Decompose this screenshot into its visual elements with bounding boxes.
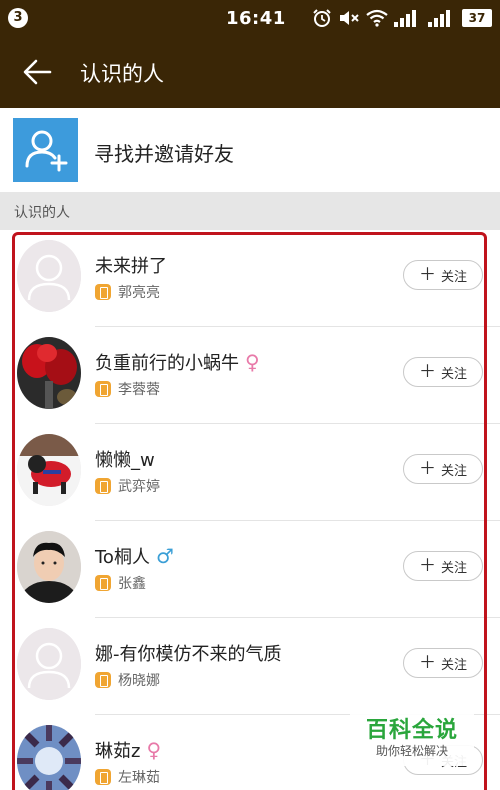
follow-button[interactable]: ＋ 关注 xyxy=(403,648,483,678)
avatar[interactable] xyxy=(17,434,81,506)
person-name: 懒懒_w xyxy=(95,450,155,471)
avatar[interactable] xyxy=(17,531,81,603)
app-bar: 认识的人 xyxy=(0,36,500,108)
contact-info: 郭亮亮 xyxy=(95,282,160,302)
alarm-icon xyxy=(313,9,331,27)
person-name: 琳茹z ♀ xyxy=(95,738,162,762)
signal-icon xyxy=(394,10,416,27)
avatar[interactable] xyxy=(17,628,81,700)
list-item[interactable]: 娜-有你模仿不来的气质 杨晓娜 ＋ 关注 xyxy=(0,618,500,715)
status-time: 16:41 xyxy=(226,8,286,29)
avatar[interactable] xyxy=(17,725,81,790)
plus-icon: ＋ xyxy=(418,555,436,576)
phone-contact-icon xyxy=(95,769,111,785)
arrow-left-icon xyxy=(23,59,52,85)
watermark-title: 百科全说 xyxy=(365,718,458,743)
male-icon: ♂ xyxy=(155,544,174,568)
status-icons: 37 xyxy=(312,6,492,30)
notification-badge: 3 xyxy=(8,8,28,28)
phone-contact-icon xyxy=(95,478,111,494)
section-header: 认识的人 xyxy=(0,192,500,230)
contact-info: 张鑫 xyxy=(95,573,146,593)
watermark: 百科全说 助你轻松解决 xyxy=(350,704,474,766)
person-name: 未来拼了 xyxy=(95,256,167,277)
list-item[interactable]: 负重前行的小蜗牛 ♀ 李蓉蓉 ＋ 关注 xyxy=(0,327,500,424)
female-icon: ♀ xyxy=(245,350,260,374)
wifi-icon xyxy=(366,9,388,27)
follow-button[interactable]: ＋ 关注 xyxy=(403,260,483,290)
follow-button[interactable]: ＋ 关注 xyxy=(403,454,483,484)
battery-icon: 37 xyxy=(462,9,492,27)
female-icon: ♀ xyxy=(146,738,162,762)
status-bar: 3 16:41 37 xyxy=(0,0,500,36)
person-name: 娜-有你模仿不来的气质 xyxy=(95,644,282,665)
list-item[interactable]: 懒懒_w 武弈婷 ＋ 关注 xyxy=(0,424,500,521)
list-item[interactable]: To桐人 ♂ 张鑫 ＋ 关注 xyxy=(0,521,500,618)
follow-button[interactable]: ＋ 关注 xyxy=(403,357,483,387)
contact-info: 左琳茹 xyxy=(95,767,160,787)
phone-contact-icon xyxy=(95,575,111,591)
contact-info: 杨晓娜 xyxy=(95,670,160,690)
person-name: To桐人 ♂ xyxy=(95,544,174,568)
phone-contact-icon xyxy=(95,284,111,300)
contact-info: 武弈婷 xyxy=(95,476,160,496)
phone-contact-icon xyxy=(95,381,111,397)
plus-icon: ＋ xyxy=(418,264,436,285)
person-name: 负重前行的小蜗牛 ♀ xyxy=(95,350,260,374)
plus-icon: ＋ xyxy=(418,652,436,673)
section-label: 认识的人 xyxy=(14,205,70,221)
invite-friends-row[interactable]: 寻找并邀请好友 xyxy=(0,108,500,192)
signal-icon-2 xyxy=(428,10,450,27)
plus-icon: ＋ xyxy=(418,458,436,479)
list-item[interactable]: 未来拼了 郭亮亮 ＋ 关注 xyxy=(0,230,500,327)
watermark-subtitle: 助你轻松解决 xyxy=(375,744,448,758)
invite-friends-label: 寻找并邀请好友 xyxy=(94,142,234,166)
mute-icon xyxy=(340,11,359,25)
plus-icon: ＋ xyxy=(418,361,436,382)
avatar[interactable] xyxy=(17,240,81,312)
add-user-icon xyxy=(13,118,78,182)
follow-button[interactable]: ＋ 关注 xyxy=(403,551,483,581)
back-button[interactable] xyxy=(20,56,56,88)
phone-contact-icon xyxy=(95,672,111,688)
avatar[interactable] xyxy=(17,337,81,409)
page-title: 认识的人 xyxy=(80,62,164,86)
contact-info: 李蓉蓉 xyxy=(95,379,160,399)
